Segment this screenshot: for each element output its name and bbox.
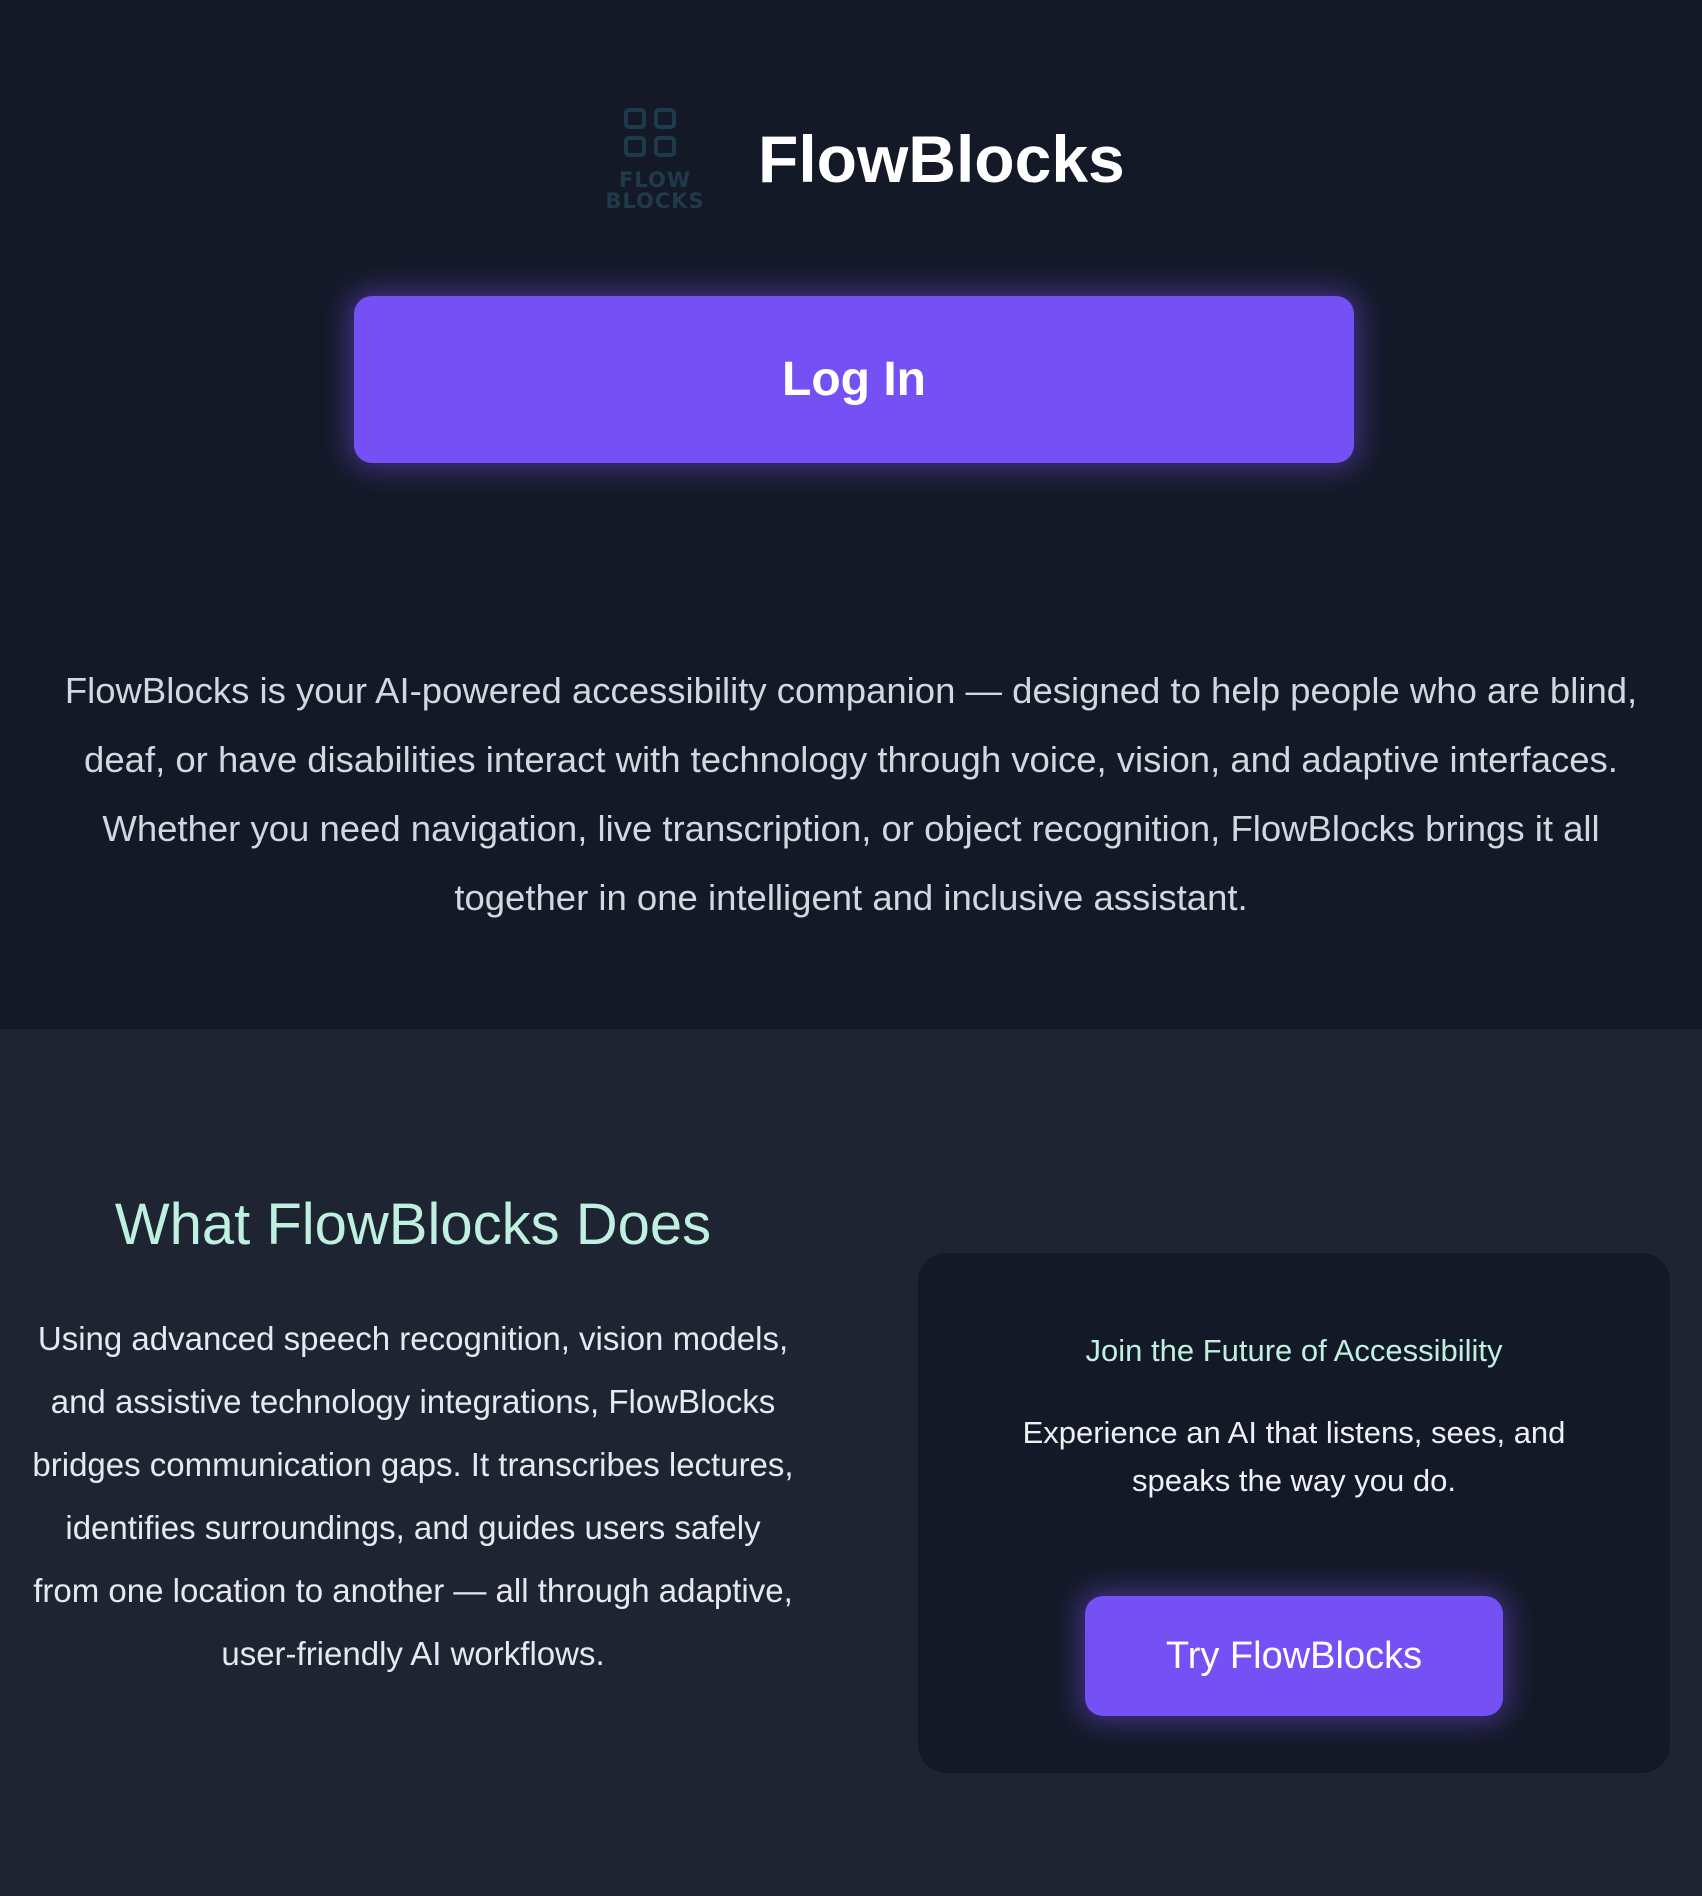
features-description: Using advanced speech recognition, visio… <box>32 1320 794 1672</box>
logo-wordmark-line1: FLOW <box>619 168 691 192</box>
features-section: What FlowBlocks Does Using advanced spee… <box>0 1029 1702 1896</box>
features-title: What FlowBlocks Does <box>114 1192 712 1257</box>
logo-grid-cell <box>624 136 646 157</box>
intro-paragraph: FlowBlocks is your AI-powered accessibil… <box>64 670 1638 918</box>
logo-grid-cell <box>654 136 676 157</box>
cta-card: Join the Future of Accessibility Experie… <box>918 1253 1670 1773</box>
brand-header: FLOW BLOCKS FlowBlocks <box>0 100 1702 220</box>
cta-description: Experience an AI that listens, sees, and… <box>1022 1415 1566 1498</box>
try-flowblocks-button[interactable]: Try FlowBlocks <box>1085 1596 1503 1716</box>
login-button[interactable]: Log In <box>354 296 1354 463</box>
four-square-grid-icon <box>624 108 684 164</box>
brand-title: FlowBlocks <box>758 122 1125 196</box>
brand-logo[interactable]: FLOW BLOCKS <box>600 100 710 220</box>
logo-grid-cell <box>654 108 676 129</box>
logo-grid-cell <box>624 108 646 129</box>
cta-heading: Join the Future of Accessibility <box>1085 1333 1503 1368</box>
logo-wordmark-line2: BLOCKS <box>605 189 705 213</box>
logo-wordmark: FLOW BLOCKS <box>600 170 710 212</box>
hero-section: FLOW BLOCKS FlowBlocks Log In FlowBlocks… <box>0 0 1702 1029</box>
